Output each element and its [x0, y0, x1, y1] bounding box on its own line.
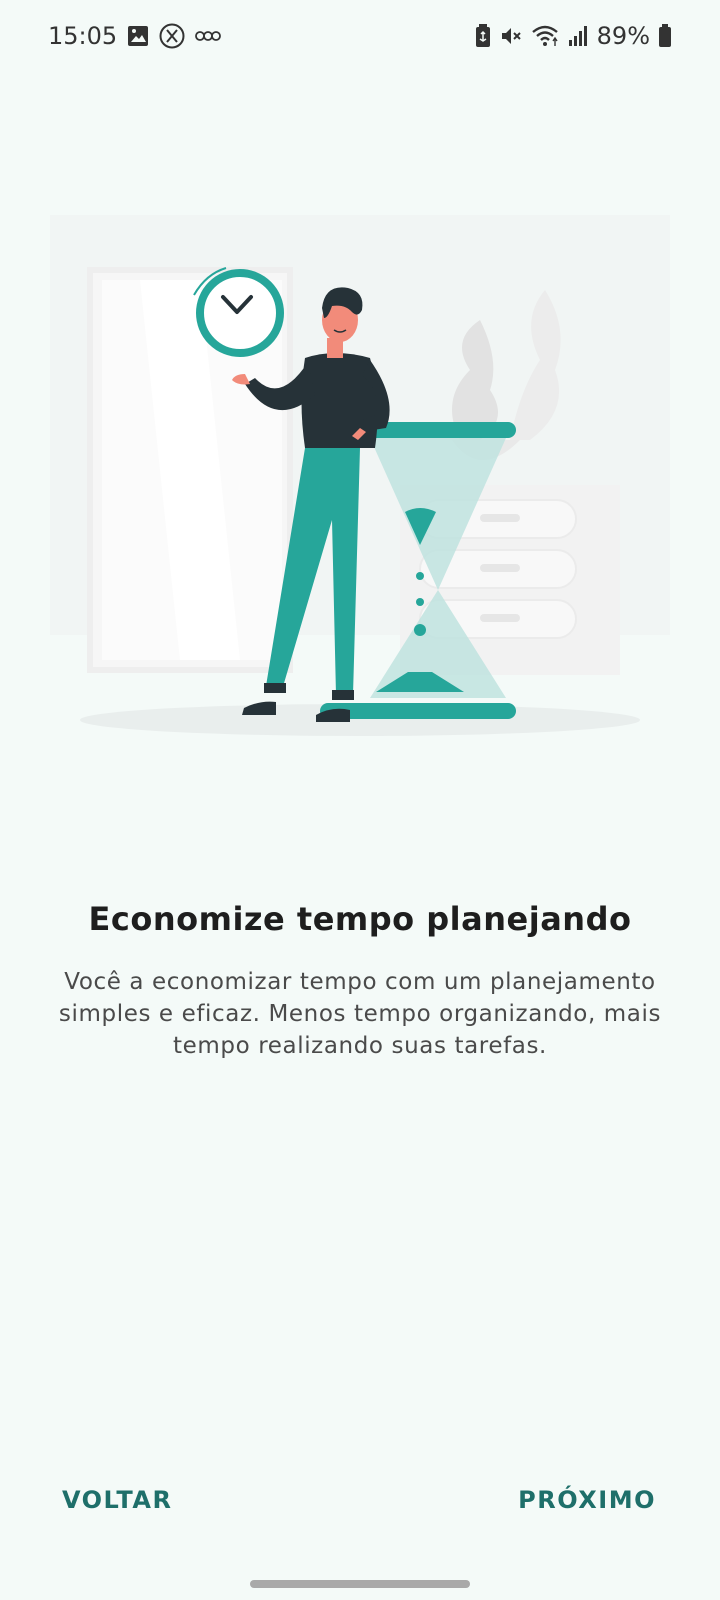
status-right: 89% — [475, 22, 672, 50]
back-button[interactable]: VOLTAR — [62, 1478, 172, 1522]
onboarding-description: Você a economizar tempo com um planejame… — [58, 969, 662, 1059]
wifi-icon — [531, 24, 559, 48]
time-planning-illustration — [40, 200, 680, 760]
home-indicator[interactable] — [250, 1580, 470, 1588]
illustration-svg — [50, 215, 670, 736]
battery-saver-icon — [475, 24, 491, 48]
onboarding-title: Economize tempo planejando — [88, 900, 632, 938]
next-button[interactable]: PRÓXIMO — [518, 1478, 656, 1522]
status-bar: 15:05 89% — [0, 0, 720, 72]
sketchbook-icon — [195, 29, 222, 43]
battery-icon — [658, 24, 672, 48]
gallery-icon — [127, 25, 149, 47]
status-time: 15:05 — [48, 22, 118, 50]
clock-icon — [196, 269, 284, 357]
mute-icon — [499, 24, 523, 48]
battery-percent: 89% — [596, 22, 650, 50]
person-shoe — [242, 701, 276, 715]
x-app-icon — [159, 23, 185, 49]
signal-icon — [567, 25, 589, 47]
status-left: 15:05 — [48, 22, 222, 50]
